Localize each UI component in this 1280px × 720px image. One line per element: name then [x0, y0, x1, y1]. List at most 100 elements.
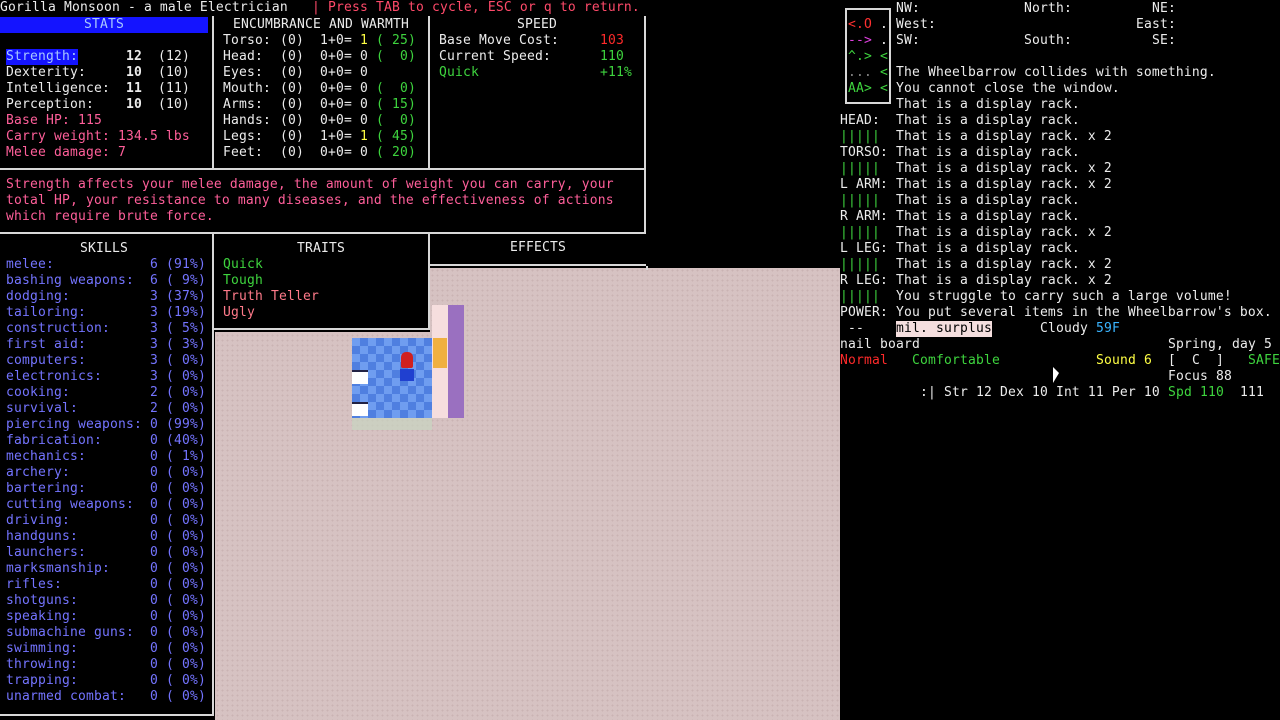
skill-level: 0 ( 0%): [150, 625, 206, 640]
base-hp: Base HP: 115: [6, 113, 102, 128]
skill-level: 0 ( 0%): [150, 497, 206, 512]
skill-name[interactable]: melee:: [6, 257, 54, 273]
skill-level: 0 ( 0%): [150, 545, 206, 560]
skill-name[interactable]: tailoring:: [6, 305, 86, 321]
skill-name[interactable]: trapping:: [6, 673, 78, 689]
traits-title[interactable]: TRAITS: [214, 241, 428, 257]
skill-name[interactable]: swimming:: [6, 641, 78, 657]
encumbrance-total: 0: [360, 145, 368, 160]
skill-name[interactable]: rifles:: [6, 577, 62, 593]
stat-base: (10): [158, 65, 190, 80]
skill-name[interactable]: speaking:: [6, 609, 78, 625]
skill-name[interactable]: handguns:: [6, 529, 78, 545]
speed-title[interactable]: SPEED: [430, 17, 644, 33]
direction-north: North:: [1024, 1, 1072, 16]
skill-name[interactable]: marksmanship:: [6, 561, 110, 577]
log-message: That is a display rack.: [896, 113, 1080, 128]
skill-name[interactable]: cutting weapons:: [6, 497, 134, 513]
skill-name[interactable]: driving:: [6, 513, 70, 529]
skill-name[interactable]: construction:: [6, 321, 110, 337]
skill-level: 0 ( 0%): [150, 593, 206, 608]
skill-level: 0 ( 1%): [150, 449, 206, 464]
skill-name[interactable]: bashing weapons:: [6, 273, 134, 289]
log-message: That is a display rack.: [896, 209, 1080, 224]
skill-level: 0 ( 0%): [150, 529, 206, 544]
log-message: You cannot close the window.: [896, 81, 1120, 96]
speed-modifier-label: Quick: [439, 65, 479, 80]
speed-modifier: +11%: [600, 65, 632, 80]
skill-level: 0 ( 0%): [150, 673, 206, 688]
skill-name[interactable]: fabrication:: [6, 433, 102, 449]
skill-name[interactable]: first aid:: [6, 337, 86, 353]
encumbrance-formula: 1+0=: [320, 33, 352, 48]
skill-name[interactable]: electronics:: [6, 369, 102, 385]
stat-label[interactable]: Intelligence:: [6, 81, 110, 97]
skill-name[interactable]: shotguns:: [6, 593, 78, 609]
skill-name[interactable]: submachine guns:: [6, 625, 134, 641]
trait-item[interactable]: Ugly: [223, 305, 255, 321]
minimap-side: .: [880, 17, 888, 32]
skill-name[interactable]: archery:: [6, 465, 70, 481]
skill-level: 2 ( 0%): [150, 401, 206, 416]
encumbrance-total: 1: [360, 129, 368, 144]
game-map[interactable]: [215, 268, 840, 720]
body-part: Mouth:: [223, 81, 271, 96]
skill-name[interactable]: computers:: [6, 353, 86, 369]
stat-label[interactable]: Dexterity:: [6, 65, 86, 81]
skill-level: 0 ( 0%): [150, 561, 206, 576]
divider: [428, 16, 430, 168]
wall: [448, 305, 464, 418]
minimap-side: <: [880, 81, 888, 96]
mouse-cursor-icon: [1053, 367, 1059, 383]
skill-name[interactable]: throwing:: [6, 657, 78, 673]
log-message: That is a display rack. x 2: [896, 257, 1112, 272]
direction-nw: NW:: [896, 1, 920, 16]
skill-name[interactable]: mechanics:: [6, 449, 86, 465]
skill-level: 0 ( 0%): [150, 609, 206, 624]
direction-ne: NE:: [1152, 1, 1176, 16]
minimap-row: <.O: [848, 17, 872, 32]
stat-label[interactable]: Perception:: [6, 97, 94, 113]
warmth-value: ( 0): [376, 49, 416, 64]
skills-title[interactable]: SKILLS: [0, 241, 208, 257]
safe-mode[interactable]: SAFE: [1248, 353, 1280, 369]
encumbrance-title[interactable]: ENCUMBRANCE AND WARMTH: [214, 17, 428, 33]
skill-name[interactable]: cooking:: [6, 385, 70, 401]
skill-name[interactable]: dodging:: [6, 289, 70, 305]
layer-count: (0): [280, 97, 304, 112]
stats-title[interactable]: STATS: [0, 17, 208, 33]
skill-name[interactable]: piercing weapons:: [6, 417, 142, 433]
skill-name[interactable]: launchers:: [6, 545, 86, 561]
encumbrance-total: 0: [360, 113, 368, 128]
trait-item[interactable]: Quick: [223, 257, 263, 273]
minimap-row: AA>: [848, 81, 872, 96]
log-message: You put several items in the Wheelbarrow…: [896, 305, 1272, 320]
stats-summary: :| Str 12 Dex 10 Int 11 Per 10: [920, 385, 1160, 400]
shelf-icon: [352, 402, 368, 416]
wheelbarrow-icon: [400, 369, 414, 381]
minimap-side: .: [880, 33, 888, 48]
body-status-label: |||||: [840, 193, 880, 208]
log-message: That is a display rack. x 2: [896, 129, 1112, 144]
divider: [430, 264, 646, 266]
skill-level: 2 ( 0%): [150, 385, 206, 400]
body-part: Torso:: [223, 33, 271, 48]
log-message: You struggle to carry such a large volum…: [896, 289, 1232, 304]
base-move-cost-label: Base Move Cost:: [439, 33, 559, 48]
skill-level: 3 ( 0%): [150, 353, 206, 368]
base-move-cost: 103: [600, 33, 624, 48]
floor-edge: [352, 418, 432, 430]
skill-name[interactable]: survival:: [6, 401, 78, 417]
skill-name[interactable]: unarmed combat:: [6, 689, 126, 705]
encumbrance-formula: 0+0=: [320, 49, 352, 64]
stat-label[interactable]: Strength:: [6, 49, 78, 65]
stat-base: (11): [158, 81, 190, 96]
skill-level: 0 ( 0%): [150, 465, 206, 480]
trait-item[interactable]: Truth Teller: [223, 289, 319, 305]
skill-name[interactable]: bartering:: [6, 481, 86, 497]
divider: [646, 266, 648, 270]
sound-level: Sound 6: [1096, 353, 1152, 368]
trait-item[interactable]: Tough: [223, 273, 263, 289]
skill-level: 3 ( 5%): [150, 321, 206, 336]
layer-count: (0): [280, 113, 304, 128]
